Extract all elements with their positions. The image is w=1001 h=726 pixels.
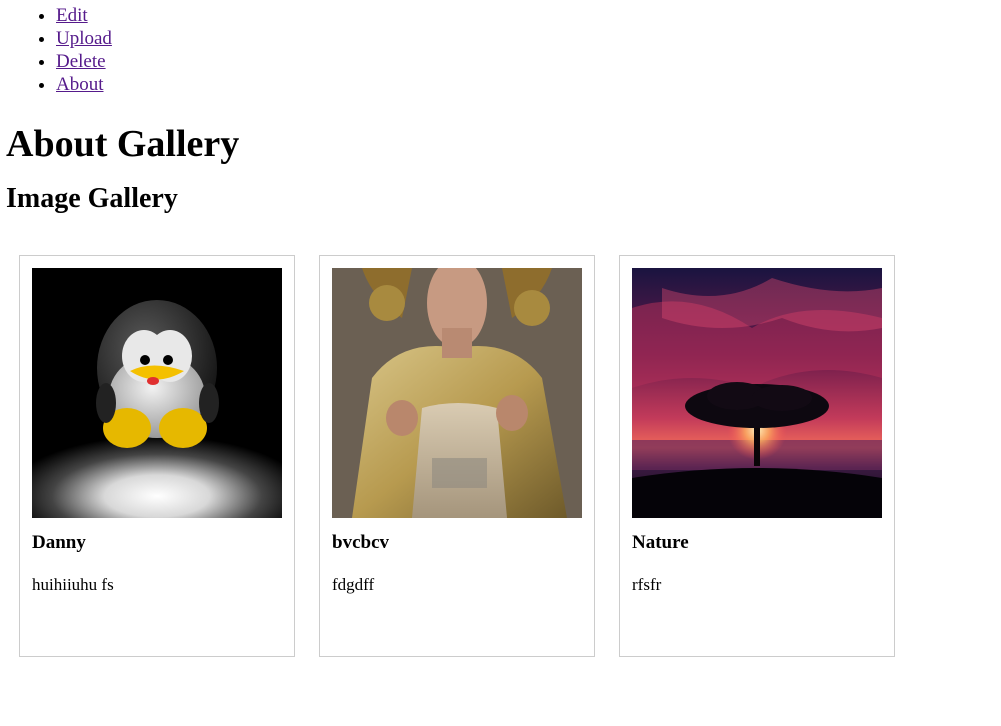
nav-list: Edit Upload Delete About xyxy=(8,0,993,96)
nav-item-delete: Delete xyxy=(56,50,993,73)
edit-link[interactable]: Edit xyxy=(56,5,88,26)
gallery-card: bvcbcv fdgdff xyxy=(319,255,595,657)
nav-item-edit: Edit xyxy=(56,4,993,27)
card-title: Danny xyxy=(32,532,86,553)
image-gallery: Danny huihiiuhu fs bvcbcv fdgdff Nature … xyxy=(8,255,993,657)
statue-photo xyxy=(332,268,582,518)
delete-link[interactable]: Delete xyxy=(56,51,106,72)
nav-item-upload: Upload xyxy=(56,27,993,50)
card-description: rfsfr xyxy=(632,575,662,594)
card-title: Nature xyxy=(632,532,689,553)
card-description: fdgdff xyxy=(332,575,375,594)
card-title: bvcbcv xyxy=(332,532,389,553)
sunset-tree-photo xyxy=(632,268,882,518)
nav-item-about: About xyxy=(56,73,993,96)
page: Edit Upload Delete About About Gallery I… xyxy=(0,0,1001,657)
section-title: Image Gallery xyxy=(6,183,178,214)
upload-link[interactable]: Upload xyxy=(56,28,112,49)
card-description: huihiiuhu fs xyxy=(32,575,114,594)
gallery-card: Danny huihiiuhu fs xyxy=(19,255,295,657)
about-link[interactable]: About xyxy=(56,74,104,95)
page-title: About Gallery xyxy=(6,123,240,165)
gallery-card: Nature rfsfr xyxy=(619,255,895,657)
penguin-plush-photo xyxy=(32,268,282,518)
